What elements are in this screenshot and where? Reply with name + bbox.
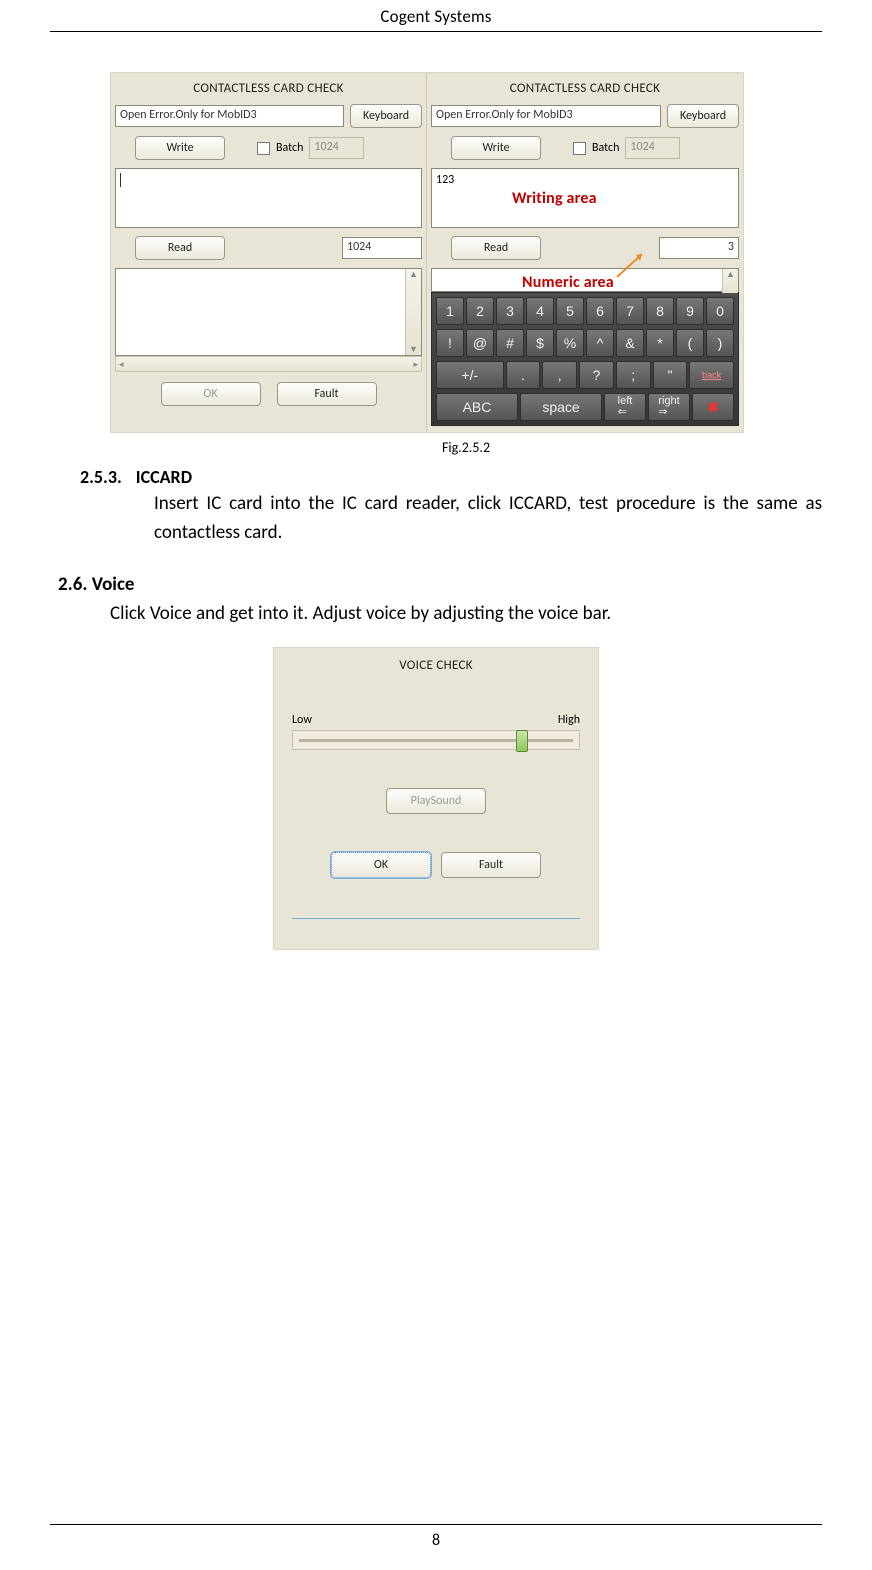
read-value[interactable]: 3 bbox=[659, 237, 739, 259]
key-sym[interactable]: # bbox=[496, 329, 524, 357]
key-sym[interactable]: " bbox=[653, 361, 688, 389]
status-field[interactable]: Open Error.Only for MobID3 bbox=[431, 105, 661, 127]
contactless-panel-left: CONTACTLESS CARD CHECK Open Error.Only f… bbox=[111, 73, 427, 432]
key-symsymsym[interactable]: +/- bbox=[436, 361, 504, 389]
read-button[interactable]: Read bbox=[135, 236, 225, 260]
ok-button[interactable]: OK bbox=[161, 382, 261, 406]
slider-thumb[interactable] bbox=[516, 730, 528, 752]
key-sym[interactable]: $ bbox=[526, 329, 554, 357]
key-sym[interactable]: , bbox=[542, 361, 577, 389]
voice-check-panel: VOICE CHECK Low High PlaySound OK Fault bbox=[273, 647, 599, 950]
write-button[interactable]: Write bbox=[451, 136, 541, 160]
playsound-button[interactable]: PlaySound bbox=[386, 788, 486, 814]
key-sym[interactable]: ! bbox=[436, 329, 464, 357]
onscreen-keyboard: 1234567890 !@#$%^&*() +/-.,?;"back ABCsp… bbox=[431, 292, 739, 426]
key-right[interactable]: right⇒ bbox=[648, 393, 690, 421]
key-6[interactable]: 6 bbox=[586, 297, 614, 325]
batch-label: Batch bbox=[592, 141, 619, 155]
key-2[interactable]: 2 bbox=[466, 297, 494, 325]
key-sym[interactable]: ) bbox=[706, 329, 734, 357]
slider-label-high: High bbox=[558, 713, 580, 727]
key-sym[interactable]: . bbox=[506, 361, 541, 389]
batch-label: Batch bbox=[276, 141, 303, 155]
contactless-panel-right: CONTACTLESS CARD CHECK Open Error.Only f… bbox=[427, 73, 743, 432]
arrow-icon bbox=[612, 249, 652, 279]
fault-button[interactable]: Fault bbox=[277, 382, 377, 406]
voice-slider[interactable] bbox=[292, 730, 580, 750]
key-0[interactable]: 0 bbox=[706, 297, 734, 325]
keyboard-button[interactable]: Keyboard bbox=[350, 104, 422, 128]
figure-caption: Fig.2.5.2 bbox=[110, 439, 822, 456]
numeric-area-annotation: Numeric area bbox=[522, 273, 614, 292]
key-8[interactable]: 8 bbox=[646, 297, 674, 325]
key-left[interactable]: left⇐ bbox=[604, 393, 646, 421]
key-sym[interactable]: * bbox=[646, 329, 674, 357]
key-9[interactable]: 9 bbox=[676, 297, 704, 325]
key-7[interactable]: 7 bbox=[616, 297, 644, 325]
writing-textarea[interactable]: 123 Writing area bbox=[431, 168, 739, 228]
key-3[interactable]: 3 bbox=[496, 297, 524, 325]
panel-title: CONTACTLESS CARD CHECK bbox=[431, 81, 739, 96]
writing-area-annotation: Writing area bbox=[512, 189, 597, 208]
ok-button[interactable]: OK bbox=[331, 852, 431, 878]
key-sym[interactable]: ; bbox=[616, 361, 651, 389]
section-2-5-3-heading: 2.5.3.ICCARD bbox=[80, 466, 822, 488]
write-button[interactable]: Write bbox=[135, 136, 225, 160]
key-5[interactable]: 5 bbox=[556, 297, 584, 325]
writing-textarea[interactable] bbox=[115, 168, 422, 228]
key-sym[interactable]: ^ bbox=[586, 329, 614, 357]
scrollbar-vertical[interactable]: ▲ bbox=[722, 269, 738, 293]
batch-value[interactable]: 1024 bbox=[309, 137, 364, 159]
section-2-6-heading: 2.6. Voice bbox=[58, 573, 822, 596]
page-header: Cogent Systems bbox=[50, 0, 822, 32]
voice-title: VOICE CHECK bbox=[292, 658, 580, 673]
key-back[interactable]: back bbox=[689, 361, 734, 389]
key-sym[interactable]: & bbox=[616, 329, 644, 357]
page-number: 8 bbox=[50, 1524, 822, 1550]
scrollbar-horizontal[interactable]: ◂▸ bbox=[115, 356, 422, 372]
panel-title: CONTACTLESS CARD CHECK bbox=[115, 81, 422, 96]
read-value[interactable]: 1024 bbox=[342, 237, 422, 259]
key-sym[interactable]: % bbox=[556, 329, 584, 357]
scrollbar-vertical[interactable]: ▲▼ bbox=[405, 269, 421, 355]
key-4[interactable]: 4 bbox=[526, 297, 554, 325]
key-sym[interactable]: ✖ bbox=[692, 393, 734, 421]
batch-checkbox[interactable] bbox=[257, 142, 270, 155]
read-button[interactable]: Read bbox=[451, 236, 541, 260]
figure-2-5-2: CONTACTLESS CARD CHECK Open Error.Only f… bbox=[110, 72, 822, 456]
fault-button[interactable]: Fault bbox=[441, 852, 541, 878]
writing-value: 123 bbox=[436, 173, 454, 187]
batch-checkbox[interactable] bbox=[573, 142, 586, 155]
keyboard-button[interactable]: Keyboard bbox=[667, 104, 739, 128]
status-field[interactable]: Open Error.Only for MobID3 bbox=[115, 105, 344, 127]
slider-label-low: Low bbox=[292, 713, 312, 727]
key-sym[interactable]: @ bbox=[466, 329, 494, 357]
key-ABC[interactable]: ABC bbox=[436, 393, 518, 421]
section-2-5-3-body: Insert IC card into the IC card reader, … bbox=[154, 490, 822, 547]
read-list[interactable]: ▲▼ bbox=[115, 268, 422, 356]
key-space[interactable]: space bbox=[520, 393, 602, 421]
section-2-6-body: Click Voice and get into it. Adjust voic… bbox=[110, 600, 822, 629]
batch-value[interactable]: 1024 bbox=[625, 137, 680, 159]
key-sym[interactable]: ? bbox=[579, 361, 614, 389]
key-1[interactable]: 1 bbox=[436, 297, 464, 325]
key-sym[interactable]: ( bbox=[676, 329, 704, 357]
